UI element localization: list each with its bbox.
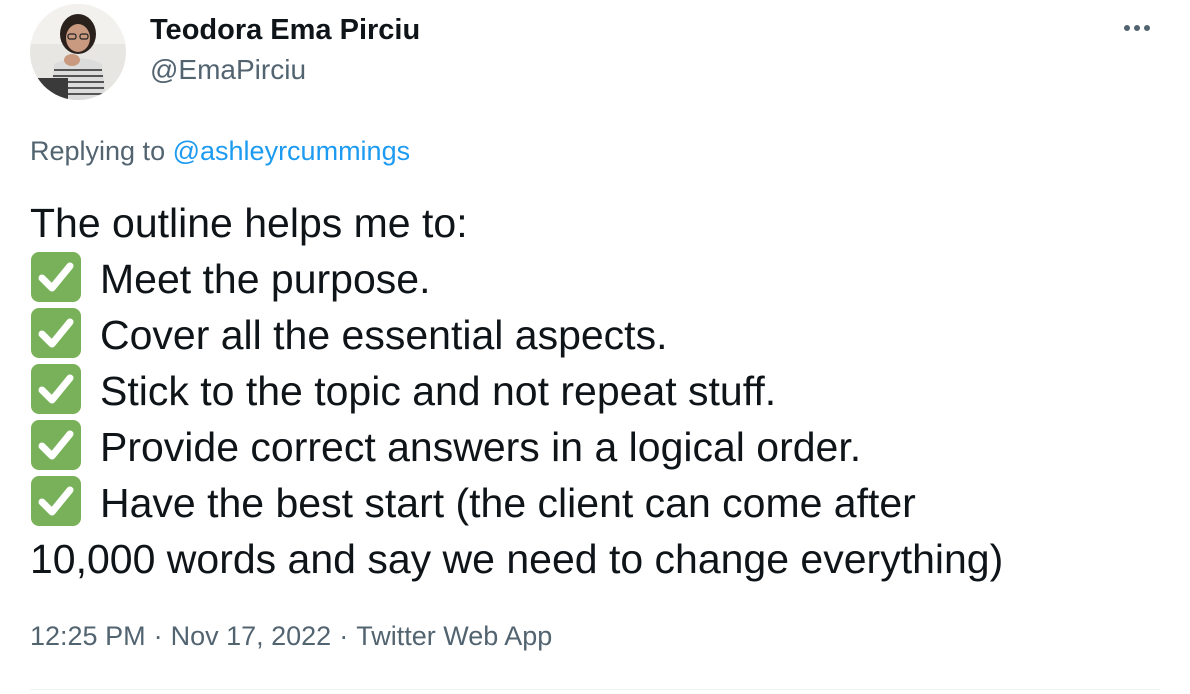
tweet-line-text: 10,000 words and say we need to change e… [30, 536, 1004, 582]
divider [30, 689, 1160, 690]
more-options-button[interactable] [1112, 8, 1162, 48]
tweet-line-text: Stick to the topic and not repeat stuff. [100, 368, 777, 414]
tweet-line-text: The outline helps me to: [30, 200, 468, 246]
tweet-line-text: Meet the purpose. [100, 256, 431, 302]
tweet-time[interactable]: 12:25 PM [30, 621, 146, 651]
tweet-source[interactable]: Twitter Web App [356, 621, 552, 651]
avatar[interactable] [30, 4, 126, 100]
tweet-meta: 12:25 PM · Nov 17, 2022 · Twitter Web App [30, 618, 552, 654]
tweet-line-text: Cover all the essential aspects. [100, 312, 668, 358]
author-block: Teodora Ema Pirciu @EmaPirciu [150, 12, 420, 88]
check-mark-icon [30, 419, 82, 471]
check-mark-icon [30, 363, 82, 415]
author-handle[interactable]: @EmaPirciu [150, 52, 420, 88]
tweet-line: Meet the purpose. [30, 251, 1170, 307]
tweet-line-text: Provide correct answers in a logical ord… [100, 424, 862, 470]
more-horizontal-icon [1124, 25, 1150, 31]
meta-separator: · [339, 621, 349, 651]
tweet-line: Cover all the essential aspects. [30, 307, 1170, 363]
tweet-line-text: Have the best start (the client can come… [100, 480, 916, 526]
tweet-date[interactable]: Nov 17, 2022 [171, 621, 332, 651]
tweet: Teodora Ema Pirciu @EmaPirciu Replying t… [0, 0, 1190, 694]
check-mark-icon [30, 307, 82, 359]
tweet-line: Have the best start (the client can come… [30, 475, 1170, 531]
tweet-line: 10,000 words and say we need to change e… [30, 531, 1170, 587]
meta-separator: · [153, 621, 163, 651]
author-display-name[interactable]: Teodora Ema Pirciu [150, 12, 420, 48]
tweet-text: The outline helps me to: Meet the purpose… [30, 195, 1170, 587]
replying-to-label: Replying to [30, 136, 166, 166]
check-mark-icon [30, 475, 82, 527]
tweet-line: The outline helps me to: [30, 195, 1170, 251]
replying-to: Replying to @ashleyrcummings [30, 134, 410, 168]
replying-to-handle-link[interactable]: @ashleyrcummings [173, 136, 410, 166]
tweet-line: Provide correct answers in a logical ord… [30, 419, 1170, 475]
profile-photo-icon [30, 4, 126, 100]
tweet-line: Stick to the topic and not repeat stuff. [30, 363, 1170, 419]
check-mark-icon [30, 251, 82, 303]
